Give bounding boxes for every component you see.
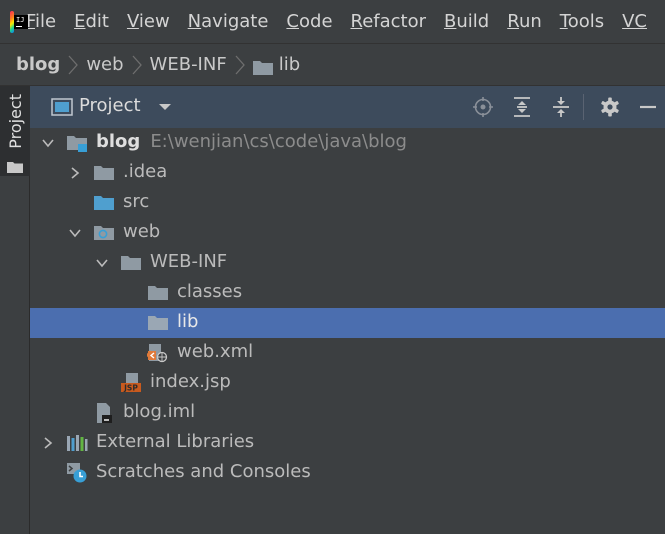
module-name: blog: [96, 131, 141, 152]
tree-item-scratches-and-consoles[interactable]: Scratches and Consoles: [30, 458, 665, 488]
left-tool-strip: Project: [0, 86, 30, 534]
menu-refactor[interactable]: Refactor: [351, 11, 427, 32]
chevron-right-icon: [68, 55, 79, 74]
jsp-file-icon: JSP: [121, 373, 141, 393]
menu-bar: IJ File Edit View Navigate Code Refactor…: [0, 0, 665, 43]
breadcrumb-item-lib[interactable]: lib: [279, 54, 300, 75]
tree-item-blog-iml[interactable]: blog.iml: [30, 398, 665, 428]
tree-item-label: classes: [177, 281, 243, 302]
tree-item-label: lib: [177, 311, 199, 332]
expanded-arrow-icon[interactable]: [95, 256, 109, 270]
expand-all-icon[interactable]: [512, 97, 532, 117]
project-tool-tab-label: Project: [6, 94, 25, 149]
tree-item-external-libraries[interactable]: External Libraries: [30, 428, 665, 458]
scratches-icon: [67, 463, 87, 483]
menu-tools[interactable]: Tools: [560, 11, 604, 32]
collapse-all-icon[interactable]: [551, 97, 571, 117]
tree-item-blog[interactable]: blog E:\wenjian\cs\code\java\blog: [30, 128, 665, 158]
navigation-bar: blog web WEB-INF lib: [0, 43, 665, 86]
chevron-right-icon: [132, 55, 142, 74]
toolbar-separator: [583, 94, 584, 120]
menu-code[interactable]: Code: [286, 11, 332, 32]
chevron-down-icon[interactable]: [158, 102, 172, 112]
xml-web-descriptor-icon: [147, 344, 168, 363]
tree-item-label: Scratches and Consoles: [96, 461, 311, 482]
tree-item-idea[interactable]: .idea: [30, 158, 665, 188]
collapsed-arrow-icon[interactable]: [68, 166, 82, 180]
breadcrumb-item-web-inf[interactable]: WEB-INF: [150, 54, 227, 75]
collapsed-arrow-icon[interactable]: [41, 436, 55, 450]
tree-item-src[interactable]: src: [30, 188, 665, 218]
breadcrumb-item-web[interactable]: web: [86, 54, 123, 75]
folder-icon: [252, 60, 273, 75]
menu-vcs[interactable]: VC: [622, 11, 647, 32]
tree-item-label: .idea: [123, 161, 168, 182]
expanded-arrow-icon[interactable]: [41, 136, 55, 150]
menu-file[interactable]: File: [26, 11, 56, 32]
minimize-icon[interactable]: [638, 97, 658, 117]
chevron-right-icon: [235, 55, 245, 74]
gear-icon[interactable]: [600, 97, 620, 117]
tree-item-label: web: [123, 221, 161, 242]
menu-run[interactable]: Run: [507, 11, 542, 32]
expanded-arrow-icon[interactable]: [68, 226, 82, 240]
menu-navigate[interactable]: Navigate: [188, 11, 269, 32]
menu-edit[interactable]: Edit: [74, 11, 109, 32]
library-icon: [67, 435, 88, 451]
locate-icon[interactable]: [473, 97, 493, 117]
tree-item-label: External Libraries: [96, 431, 255, 452]
menu-build[interactable]: Build: [444, 11, 489, 32]
intellij-idea-icon: IJ: [10, 10, 28, 33]
project-panel-title[interactable]: Project: [79, 95, 141, 116]
jsp-badge-label: JSP: [123, 384, 138, 393]
tree-item-web-inf[interactable]: WEB-INF: [30, 248, 665, 278]
folder-icon: [148, 286, 168, 300]
breadcrumb-item-blog[interactable]: blog: [16, 54, 60, 75]
folder-icon: [7, 162, 23, 173]
project-tool-tab[interactable]: Project: [0, 86, 30, 176]
tree-item-label: WEB-INF: [150, 251, 228, 272]
project-view-icon: [51, 98, 73, 116]
menu-view[interactable]: View: [127, 11, 170, 32]
source-folder-icon: [94, 196, 114, 210]
module-folder-icon: [67, 136, 87, 152]
tree-item-lib[interactable]: lib: [30, 308, 665, 338]
tree-item-label: index.jsp: [150, 371, 231, 392]
tree-item-classes[interactable]: classes: [30, 278, 665, 308]
iml-file-icon: [97, 403, 112, 423]
tree-item-index-jsp[interactable]: JSP index.jsp: [30, 368, 665, 398]
tree-item-label: blog E:\wenjian\cs\code\java\blog: [96, 131, 407, 152]
web-folder-icon: [94, 226, 114, 240]
tree-item-label: src: [123, 191, 150, 212]
module-path: E:\wenjian\cs\code\java\blog: [150, 131, 407, 152]
folder-icon: [148, 316, 168, 330]
tree-item-label: web.xml: [177, 341, 254, 362]
project-panel: Project blog E:\wenjian\cs\code\java\blo…: [30, 86, 665, 534]
folder-icon: [94, 166, 114, 180]
folder-icon: [121, 256, 141, 270]
tree-item-web-xml[interactable]: web.xml: [30, 338, 665, 368]
project-panel-header: Project: [30, 86, 665, 128]
tree-item-label: blog.iml: [123, 401, 196, 422]
tree-item-web[interactable]: web: [30, 218, 665, 248]
